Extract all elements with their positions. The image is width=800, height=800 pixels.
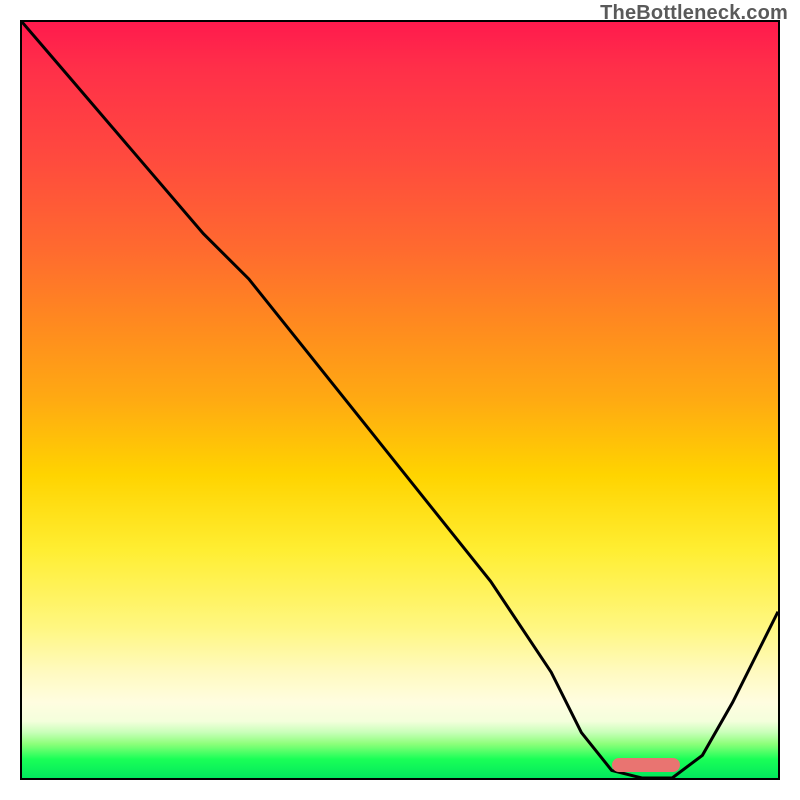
sweet-spot-marker — [612, 758, 680, 772]
bottleneck-curve — [22, 22, 778, 778]
bottleneck-curve-path — [22, 22, 778, 778]
plot-area — [20, 20, 780, 780]
chart-root: TheBottleneck.com — [0, 0, 800, 800]
